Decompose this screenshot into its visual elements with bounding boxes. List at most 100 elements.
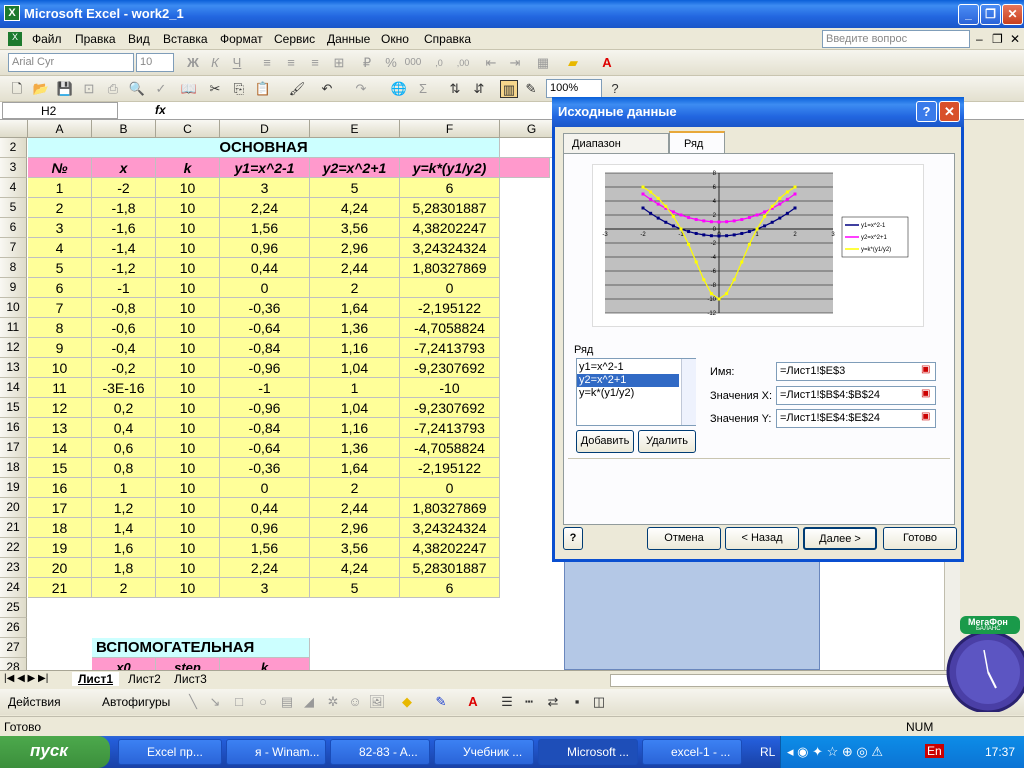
language-indicator[interactable]: RL <box>760 745 775 759</box>
column-heading[interactable]: y2=x^2+1 <box>310 158 400 178</box>
table-cell[interactable]: 5 <box>310 578 400 598</box>
table-cell[interactable]: -0,64 <box>220 318 310 338</box>
table-cell[interactable]: 10 <box>156 498 220 518</box>
close-button[interactable]: ✕ <box>1002 4 1023 25</box>
table-cell[interactable]: 2 <box>310 278 400 298</box>
table-cell[interactable]: 20 <box>28 558 92 578</box>
cut-icon[interactable]: ✂ <box>206 80 224 98</box>
next-button[interactable]: Далее > <box>803 527 877 550</box>
column-heading[interactable]: k <box>156 158 220 178</box>
table-cell[interactable]: 21 <box>28 578 92 598</box>
task-winamp[interactable]: я - Winam... <box>226 739 326 765</box>
table-cell[interactable]: 4,24 <box>310 558 400 578</box>
rectangle-icon[interactable]: □ <box>230 693 248 711</box>
spelling-icon[interactable]: ✓ <box>152 80 170 98</box>
diagram-icon[interactable]: ✲ <box>324 693 342 711</box>
back-button[interactable]: < Назад <box>725 527 799 550</box>
restore-button[interactable]: ❐ <box>980 4 1001 25</box>
row-header[interactable]: 18 <box>0 458 27 478</box>
aux-heading[interactable]: step <box>156 658 220 670</box>
row-header[interactable]: 5 <box>0 198 27 218</box>
table-cell[interactable]: 1 <box>28 178 92 198</box>
minimize-button[interactable]: _ <box>958 4 979 25</box>
row-header[interactable]: 21 <box>0 518 27 538</box>
menu-edit[interactable]: Правка <box>75 32 116 46</box>
menu-tools[interactable]: Сервис <box>274 32 315 46</box>
table-cell[interactable]: 7 <box>28 298 92 318</box>
table-cell[interactable]: 10 <box>156 478 220 498</box>
table-cell[interactable]: 1,4 <box>92 518 156 538</box>
dialog-close-icon[interactable]: ✕ <box>939 101 960 122</box>
table-cell[interactable]: -3E-16 <box>92 378 156 398</box>
row-header[interactable]: 9 <box>0 278 27 298</box>
table-cell[interactable]: 10 <box>156 398 220 418</box>
oval-icon[interactable]: ○ <box>254 693 272 711</box>
table-cell[interactable]: 2,24 <box>220 558 310 578</box>
add-series-button[interactable]: Добавить <box>576 430 634 453</box>
row-header[interactable]: 13 <box>0 358 27 378</box>
save-icon[interactable]: 💾 <box>56 80 74 98</box>
table-cell[interactable]: 10 <box>156 338 220 358</box>
arrow-icon[interactable]: ↘ <box>206 693 224 711</box>
increase-indent-icon[interactable]: ⇥ <box>506 54 524 72</box>
help-button[interactable]: ? <box>563 527 583 550</box>
percent-icon[interactable]: % <box>382 54 400 72</box>
row-header[interactable]: 4 <box>0 178 27 198</box>
column-header-b[interactable]: B <box>92 120 156 138</box>
column-heading[interactable]: y=k*(y1/y2) <box>400 158 500 178</box>
help-icon[interactable]: ? <box>606 80 624 98</box>
table-cell[interactable]: 3 <box>220 578 310 598</box>
cell[interactable] <box>500 158 550 178</box>
decrease-decimal-icon[interactable]: ,00 <box>454 54 472 72</box>
table-cell[interactable]: 1,56 <box>220 538 310 558</box>
textbox-icon[interactable]: ▤ <box>278 693 296 711</box>
column-heading[interactable]: x <box>92 158 156 178</box>
table-cell[interactable]: 10 <box>156 458 220 478</box>
row-header[interactable]: 27 <box>0 638 27 658</box>
table-cell[interactable]: 10 <box>156 538 220 558</box>
table-cell[interactable]: 2,44 <box>310 498 400 518</box>
column-heading[interactable]: № <box>28 158 92 178</box>
undo-icon[interactable]: ↶ <box>318 80 336 98</box>
series-item[interactable]: y1=x^2-1 <box>577 361 679 374</box>
table-cell[interactable]: 3 <box>220 178 310 198</box>
new-icon[interactable]: 🗋 <box>8 80 26 98</box>
aux-heading[interactable]: k <box>220 658 310 670</box>
line-icon[interactable]: ╲ <box>184 693 202 711</box>
column-header-d[interactable]: D <box>220 120 310 138</box>
actions-menu[interactable]: Действия <box>8 695 61 709</box>
menu-file[interactable]: Файл <box>32 32 62 46</box>
table-cell[interactable]: 2,96 <box>310 518 400 538</box>
task-82-83[interactable]: 82-83 - A... <box>330 739 430 765</box>
table-cell[interactable]: -1,8 <box>92 198 156 218</box>
remove-series-button[interactable]: Удалить <box>638 430 696 453</box>
table-cell[interactable]: 10 <box>156 198 220 218</box>
table-cell[interactable]: 1,16 <box>310 418 400 438</box>
select-all-corner[interactable] <box>0 120 28 138</box>
table-cell[interactable]: -4,7058824 <box>400 318 500 338</box>
row-header[interactable]: 2 <box>0 138 27 158</box>
table-cell[interactable]: 4,38202247 <box>400 218 500 238</box>
table-cell[interactable]: -1,2 <box>92 258 156 278</box>
clock-time[interactable]: 17:37 <box>985 745 1015 759</box>
table-cell[interactable]: 5,28301887 <box>400 198 500 218</box>
preview-icon[interactable]: 🔍 <box>128 80 146 98</box>
table-cell[interactable]: 1,36 <box>310 438 400 458</box>
fx-icon[interactable]: fx <box>155 103 166 117</box>
line-color-icon[interactable]: ✎ <box>432 693 450 711</box>
format-painter-icon[interactable]: 🖌 <box>288 80 306 98</box>
row-header[interactable]: 24 <box>0 578 27 598</box>
column-header-e[interactable]: E <box>310 120 400 138</box>
table-cell[interactable]: 0,44 <box>220 258 310 278</box>
doc-minimize-icon[interactable]: – <box>976 32 983 46</box>
table-cell[interactable]: 11 <box>28 378 92 398</box>
table-cell[interactable]: -0,4 <box>92 338 156 358</box>
collapse-dialog-icon[interactable]: ▣ <box>921 364 930 375</box>
workbook-icon[interactable]: X <box>8 32 22 46</box>
chart-wizard-icon[interactable]: ▥ <box>500 80 518 98</box>
name-box[interactable]: H2 <box>2 102 118 119</box>
table-cell[interactable]: 1,04 <box>310 358 400 378</box>
row-header[interactable]: 3 <box>0 158 27 178</box>
table-cell[interactable]: 1 <box>92 478 156 498</box>
table-cell[interactable]: 2,24 <box>220 198 310 218</box>
